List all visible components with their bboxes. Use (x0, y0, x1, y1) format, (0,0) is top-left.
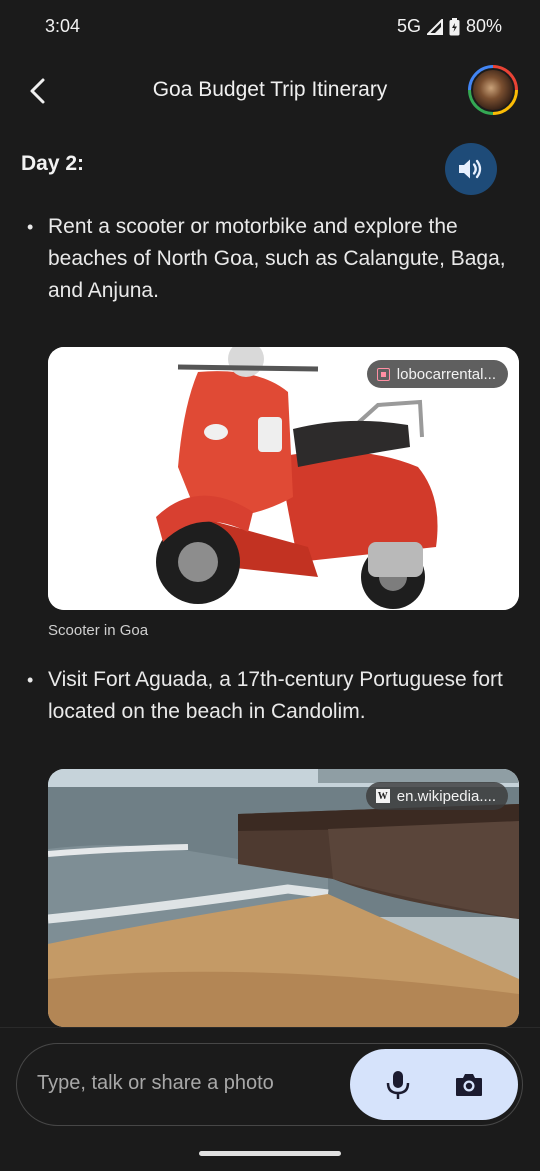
battery-icon (449, 17, 460, 35)
read-aloud-button[interactable] (445, 143, 497, 195)
home-indicator[interactable] (199, 1151, 341, 1156)
signal-icon (426, 18, 443, 35)
list-item: • Visit Fort Aguada, a 17th-century Port… (27, 664, 518, 728)
day-heading: Day 2: (21, 152, 85, 175)
bullet-dot: • (27, 217, 34, 237)
microphone-icon[interactable] (384, 1070, 412, 1100)
source-label: lobocarrental... (396, 365, 496, 383)
speaker-icon (459, 159, 482, 179)
wikipedia-icon: W (375, 789, 390, 803)
battery-level: 80% (465, 16, 502, 36)
network-label: 5G (396, 16, 421, 36)
website-favicon-icon (376, 367, 390, 381)
status-bar: 3:04 5G 80% (0, 0, 540, 54)
avatar[interactable] (468, 65, 518, 115)
prompt-placeholder: Type, talk or share a photo (37, 1072, 274, 1094)
list-item: • Rent a scooter or motorbike and explor… (27, 211, 518, 307)
status-right: 5G 80% (397, 16, 502, 37)
camera-icon[interactable] (454, 1070, 484, 1100)
source-chip[interactable]: lobocarrental... (366, 360, 508, 388)
image-caption: Scooter in Goa (48, 622, 149, 639)
bullet-dot: • (27, 670, 34, 690)
page-title: Goa Budget Trip Itinerary (152, 78, 388, 101)
app-bar: Goa Budget Trip Itinerary (0, 60, 540, 124)
source-label: en.wikipedia.... (396, 787, 496, 805)
source-chip[interactable]: W en.wikipedia.... (365, 782, 508, 810)
status-time: 3:04 (45, 16, 81, 36)
list-item-text: Visit Fort Aguada, a 17th-century Portug… (48, 668, 503, 723)
scooter-image[interactable]: lobocarrental... (48, 347, 519, 610)
fort-image[interactable]: W en.wikipedia.... (48, 769, 519, 1027)
prompt-input[interactable]: Type, talk or share a photo (16, 1043, 523, 1126)
list-item-text: Rent a scooter or motorbike and explore … (48, 215, 506, 302)
input-actions (350, 1049, 518, 1120)
